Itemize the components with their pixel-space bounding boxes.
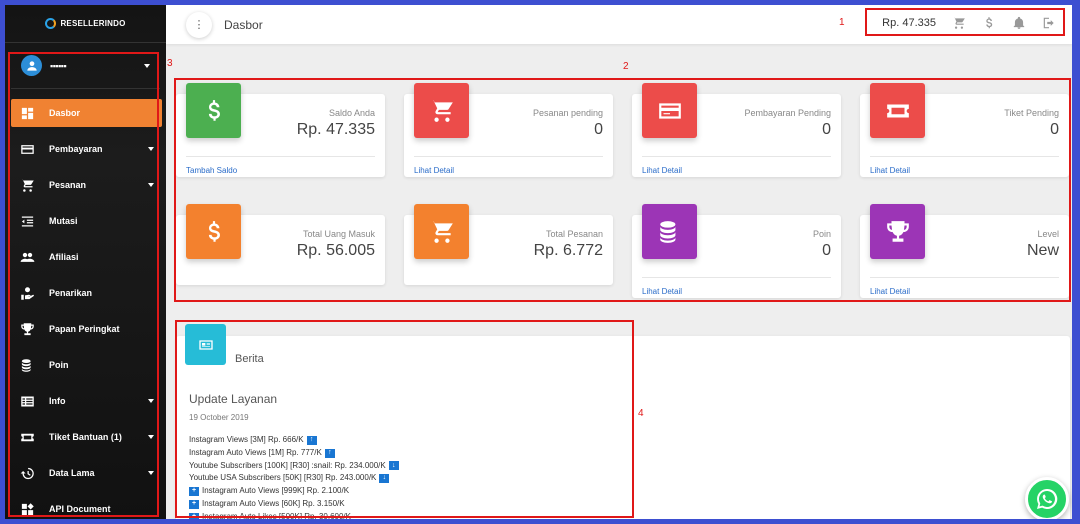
annotation-box-4 — [175, 320, 634, 518]
annotation-label-1: 1 — [839, 17, 845, 28]
whatsapp-chat-button[interactable] — [1025, 477, 1069, 519]
annotation-box-2 — [174, 78, 1071, 302]
whatsapp-icon — [1037, 488, 1058, 509]
annotation-label-2: 2 — [623, 61, 629, 72]
app-frame: RESELLERINDO ▪▪▪▪▪▪ Dasbor Pembayaran Pe… — [5, 5, 1072, 519]
annotation-box-1 — [865, 8, 1065, 36]
annotation-label-4: 4 — [638, 408, 644, 419]
annotation-box-3 — [8, 52, 159, 517]
annotation-label-3: 3 — [167, 58, 173, 69]
more-options-icon[interactable]: ⋮ — [186, 11, 212, 38]
brand-logo-icon — [45, 18, 57, 29]
brand-name: RESELLERINDO — [60, 19, 126, 28]
page-title: Dasbor — [224, 17, 263, 32]
brand[interactable]: RESELLERINDO — [5, 5, 166, 43]
